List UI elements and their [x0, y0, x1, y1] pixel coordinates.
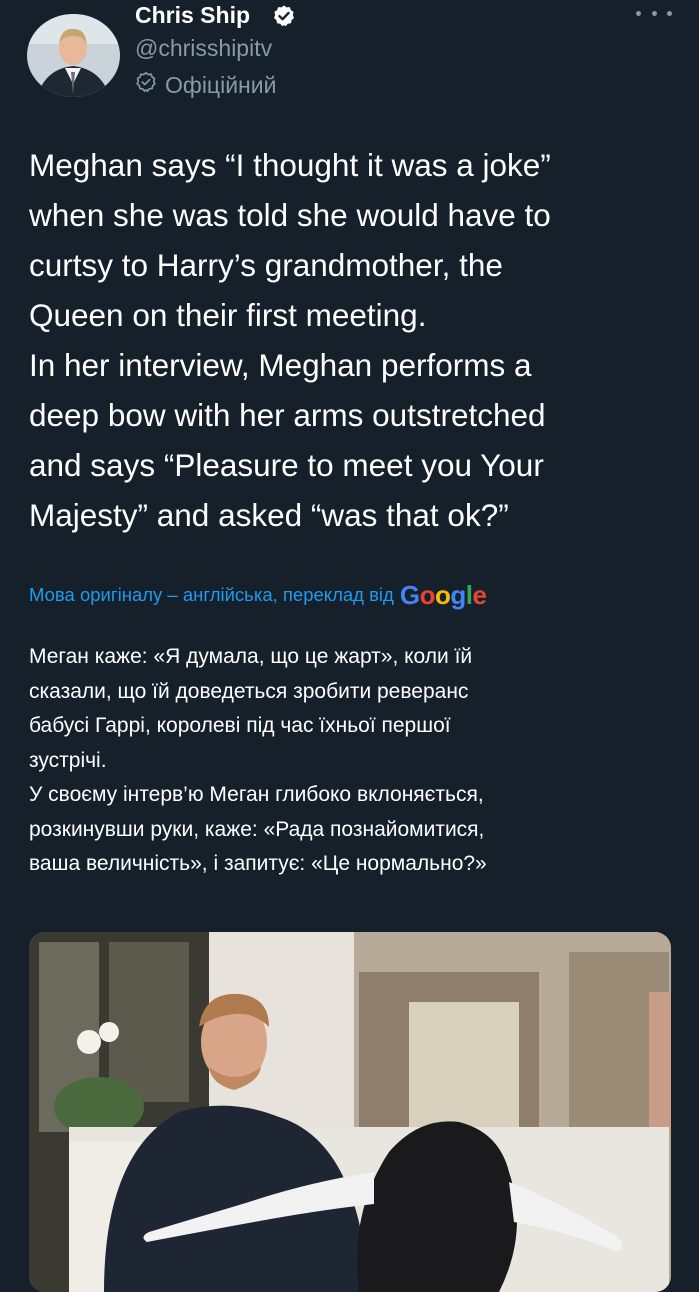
author-name[interactable]: Chris Ship [135, 0, 250, 30]
official-label-row: Офіційний [135, 70, 276, 100]
tweet-text-line: deep bow with her arms outstretched [29, 397, 546, 433]
tweet-media-image[interactable] [29, 932, 671, 1292]
translation-source-label: Мова оригіналу – англійська, переклад ві… [29, 584, 394, 605]
tweet-text-line: Meghan says “I thought it was a joke” [29, 147, 551, 183]
author-avatar[interactable] [27, 14, 120, 97]
translated-text-line: зустрічі. [29, 748, 107, 772]
tweet-header: Chris Ship @chrisshipitv Офіційний [0, 0, 699, 120]
tweet-text: Meghan says “I thought it was a joke” wh… [29, 140, 679, 540]
translation-attribution[interactable]: Мова оригіналу – англійська, переклад ві… [29, 580, 487, 610]
tweet-text-line: when she was told she would have to [29, 197, 551, 233]
author-handle[interactable]: @chrisshipitv [135, 33, 272, 63]
official-label: Офіційний [165, 71, 277, 98]
google-logo: Google [400, 580, 487, 610]
tweet-text-line: and says “Pleasure to meet you Your [29, 447, 544, 483]
google-logo-letter: G [399, 580, 420, 610]
tweet-text-line: In her interview, Meghan performs a [29, 347, 532, 383]
google-logo-letter: o [419, 580, 436, 610]
verified-badge-icon [272, 4, 296, 28]
tweet-text-line: Queen on their first meeting. [29, 297, 427, 333]
google-logo-letter: g [450, 580, 466, 610]
official-badge-icon [135, 71, 157, 99]
tweet-text-line: Majesty” and asked “was that ok?” [29, 497, 509, 533]
translated-text-line: ваша величність», і запитує: «Це нормаль… [29, 852, 487, 875]
google-logo-letter: e [472, 580, 487, 610]
tweet-text-line: curtsy to Harry’s grandmother, the [29, 247, 503, 283]
translated-text: Меган каже: «Я думала, що це жарт», коли… [29, 640, 679, 882]
more-options-icon[interactable] [636, 2, 672, 24]
translated-text-line: Меган каже: «Я думала, що це жарт», коли… [29, 645, 473, 668]
google-logo-letter: o [434, 580, 451, 610]
translated-text-line: розкинувши руки, каже: «Рада познайомити… [29, 817, 485, 841]
translated-text-line: бабусі Гаррі, королеві під час їхньої пе… [29, 714, 451, 737]
translated-text-line: У своєму інтерв’ю Меган глибоко вклоняєт… [29, 783, 484, 806]
translated-text-line: сказали, що їй доведеться зробити ревера… [29, 679, 469, 703]
